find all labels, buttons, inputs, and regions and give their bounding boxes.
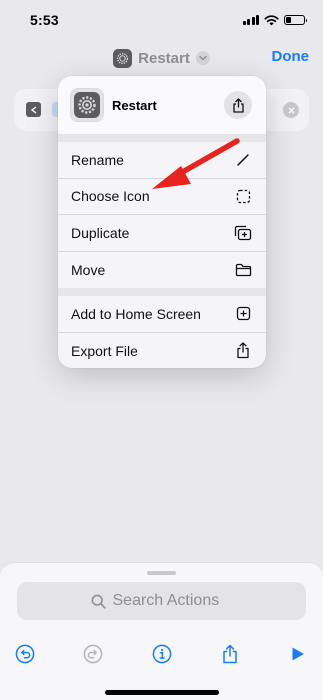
bottom-toolbar: [0, 639, 323, 669]
nav-bar: Restart Done: [0, 40, 323, 76]
menu-item-export-file[interactable]: Export File: [58, 333, 266, 369]
menu-item-label: Move: [71, 261, 106, 278]
plus-square-icon: [234, 305, 252, 323]
undo-icon: [15, 644, 35, 664]
action-icon: [26, 102, 41, 117]
nav-title: Restart: [138, 49, 190, 67]
menu-item-label: Add to Home Screen: [71, 305, 201, 322]
menu-item-move[interactable]: Move: [58, 252, 266, 289]
menu-item-label: Choose Icon: [71, 188, 150, 205]
redo-button[interactable]: [82, 643, 104, 665]
context-menu: Restart Rename Choose Icon Duplicate Mov…: [58, 76, 266, 368]
search-icon: [91, 594, 106, 609]
share-button[interactable]: [224, 91, 252, 119]
status-bar: 5:53: [0, 0, 323, 44]
menu-item-label: Duplicate: [71, 224, 130, 241]
play-icon: [292, 647, 304, 661]
chevron-down-icon: [195, 51, 210, 65]
search-input[interactable]: [112, 592, 233, 610]
menu-header-title: Restart: [112, 97, 157, 113]
menu-header: Restart: [58, 76, 266, 134]
shortcut-title-button[interactable]: Restart: [113, 48, 210, 68]
done-button[interactable]: Done: [272, 48, 310, 65]
menu-separator: [58, 288, 266, 296]
home-indicator: [105, 690, 219, 695]
status-time: 5:53: [30, 12, 59, 28]
search-field[interactable]: [17, 582, 306, 620]
folder-icon: [234, 261, 252, 279]
menu-item-label: Export File: [71, 342, 138, 359]
sheet-grabber[interactable]: [147, 571, 176, 575]
share-icon: [234, 342, 252, 360]
shortcut-icon: [70, 88, 104, 122]
red-arrow-annotation: [152, 138, 240, 189]
share-icon: [223, 644, 237, 664]
plus-square-stack-icon: [234, 224, 252, 242]
menu-item-duplicate[interactable]: Duplicate: [58, 215, 266, 252]
actions-sheet: [0, 563, 323, 700]
battery-icon: [284, 15, 307, 25]
cellular-signal-icon: [242, 15, 259, 25]
share-icon: [232, 97, 244, 113]
info-icon: [152, 644, 171, 664]
wifi-icon: [264, 14, 279, 25]
menu-item-label: Rename: [71, 151, 124, 168]
menu-item-add-to-home-screen[interactable]: Add to Home Screen: [58, 296, 266, 333]
share-toolbar-button[interactable]: [219, 643, 241, 665]
clear-icon[interactable]: [283, 102, 299, 118]
settings-gear-icon: [113, 48, 133, 68]
undo-button[interactable]: [14, 643, 36, 665]
run-button[interactable]: [287, 643, 309, 665]
info-button[interactable]: [151, 643, 173, 665]
redo-icon: [83, 644, 103, 664]
status-icons: [242, 14, 307, 26]
settings-gear-icon: [78, 96, 96, 114]
